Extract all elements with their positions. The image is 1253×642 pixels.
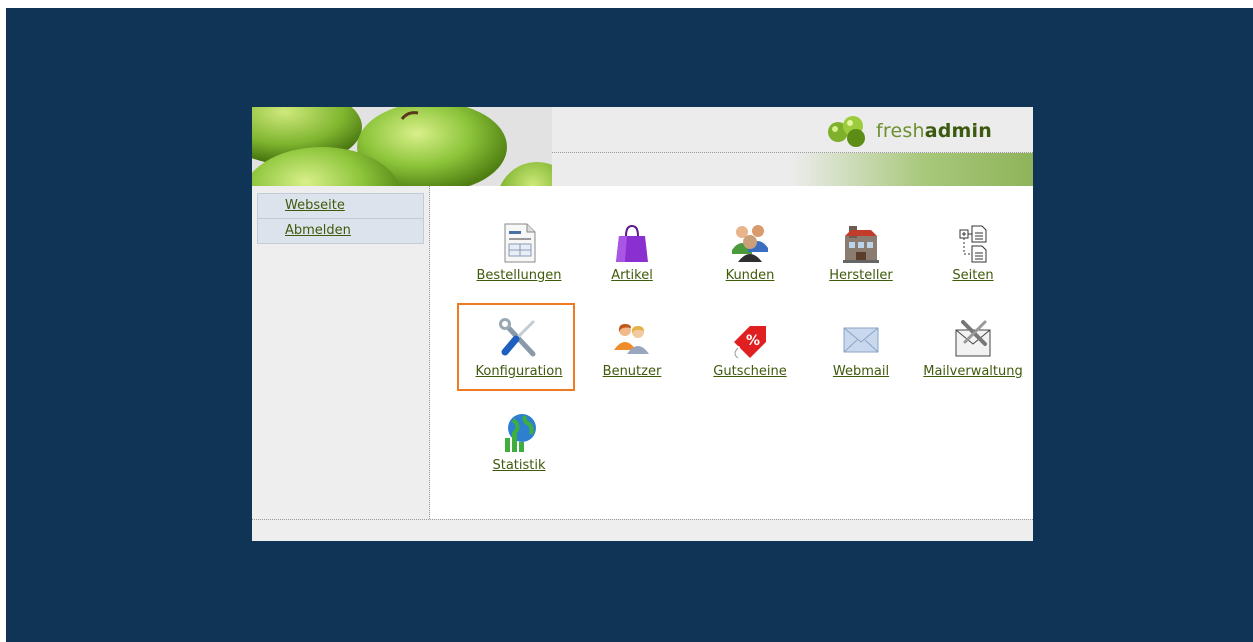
header-gradient	[792, 153, 1033, 186]
tile-label: Statistik	[492, 458, 546, 473]
tile-label: Gutscheine	[713, 364, 787, 379]
tile-webmail[interactable]: Webmail	[801, 318, 921, 398]
tile-gutscheine[interactable]: % Gutscheine	[690, 318, 810, 398]
coupon-tag-icon: %	[734, 326, 766, 359]
tile-label: Webmail	[832, 364, 890, 379]
sidebar: Webseite Abmelden	[252, 186, 430, 519]
tile-artikel[interactable]: Artikel	[572, 222, 692, 302]
sidebar-item-webseite[interactable]: Webseite	[257, 193, 424, 219]
main-content: Bestellungen Artikel Kunden Hersteller S…	[430, 186, 1033, 519]
mail-envelope-icon	[843, 327, 879, 353]
shopping-bag-icon	[616, 224, 648, 262]
mail-settings-icon	[955, 320, 991, 357]
tile-bestellungen[interactable]: Bestellungen	[459, 222, 579, 302]
tile-mailverwaltung[interactable]: Mailverwaltung	[913, 318, 1033, 398]
tile-kunden[interactable]: Kunden	[690, 222, 810, 302]
tile-statistik[interactable]: Statistik	[459, 412, 579, 492]
orders-document-icon	[504, 223, 536, 263]
logo-text: freshadmin	[876, 120, 992, 142]
tile-label: Seiten	[952, 268, 994, 283]
pages-tree-icon	[959, 225, 987, 263]
tile-label: Artikel	[611, 268, 653, 283]
tile-label: Hersteller	[829, 268, 893, 283]
tools-wrench-screwdriver-icon	[499, 318, 536, 357]
freshadmin-logo: freshadmin	[826, 111, 992, 151]
statistics-chart-globe-icon	[505, 414, 536, 452]
svg-text:%: %	[746, 333, 760, 349]
header-banner: freshadmin	[252, 107, 1033, 186]
tile-seiten[interactable]: Seiten	[913, 222, 1033, 302]
tile-benutzer[interactable]: Benutzer	[572, 318, 692, 398]
admin-window: freshadmin Webseite Abmelden Bestellunge…	[252, 107, 1033, 541]
tile-label: Kunden	[725, 268, 775, 283]
customers-people-icon	[732, 225, 768, 262]
logo-apples-icon	[828, 116, 865, 147]
tile-konfiguration[interactable]: Konfiguration	[459, 318, 579, 398]
tile-hersteller[interactable]: Hersteller	[801, 222, 921, 302]
manufacturer-building-icon	[843, 226, 879, 263]
tile-label: Mailverwaltung	[923, 364, 1023, 379]
sidebar-item-abmelden[interactable]: Abmelden	[257, 219, 424, 244]
footer-bar	[252, 519, 1033, 541]
tile-label: Benutzer	[602, 364, 662, 379]
apples-banner-image	[252, 107, 552, 186]
tile-label: Konfiguration	[475, 364, 563, 379]
tile-label: Bestellungen	[476, 268, 562, 283]
users-icon	[614, 324, 649, 354]
